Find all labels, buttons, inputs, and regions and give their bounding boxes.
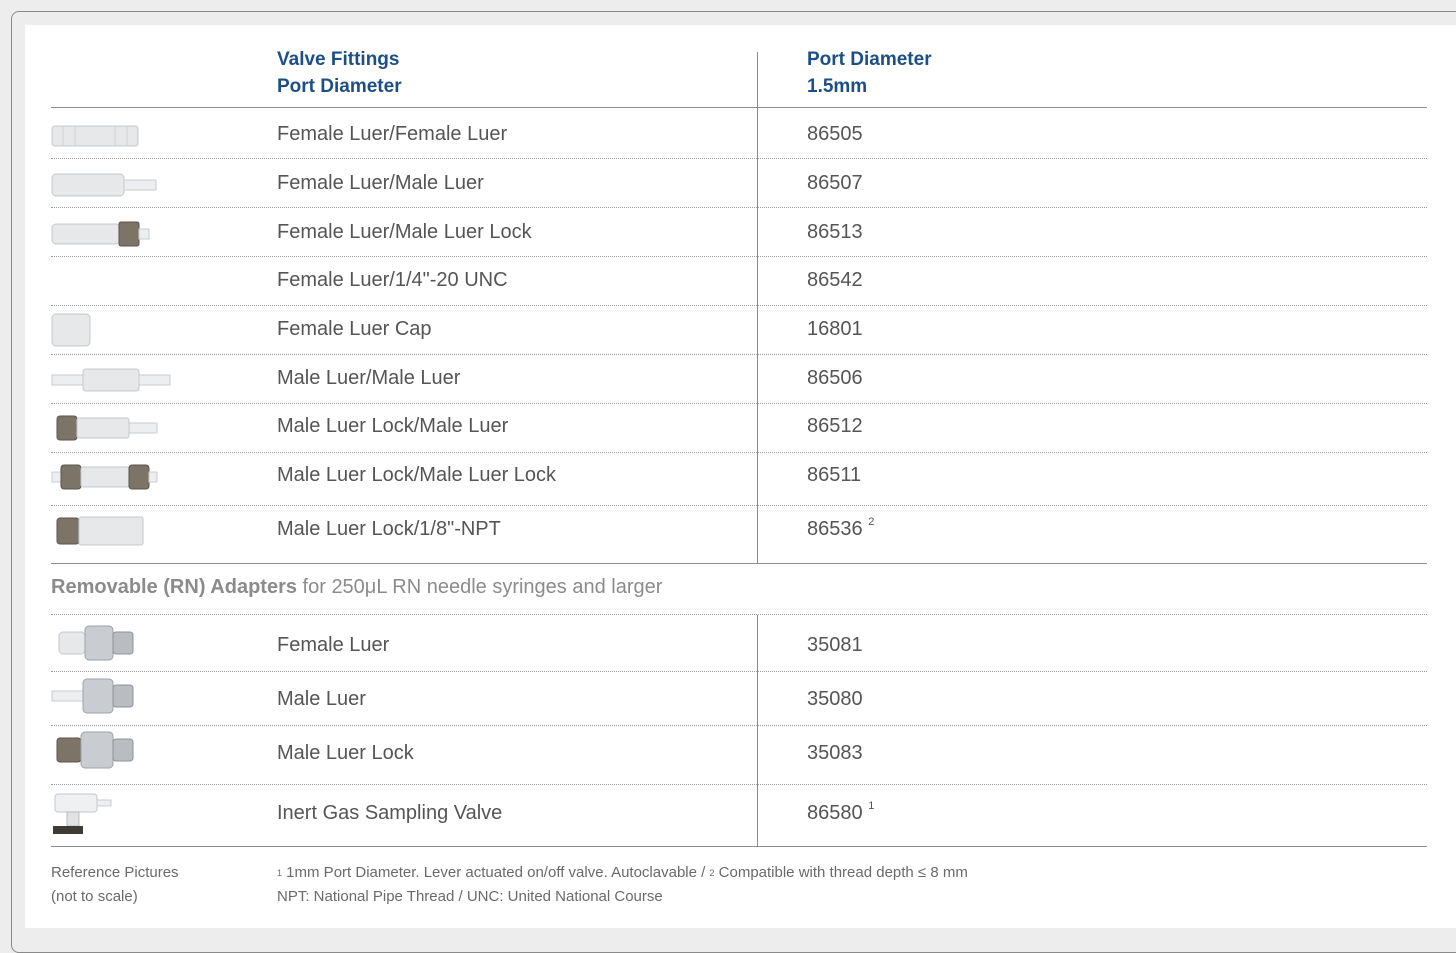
part-number: 16801 <box>807 318 863 340</box>
fitting-name: Male Luer Lock/Male Luer <box>277 415 509 437</box>
section-heading-rest: for 250μL RN needle syringes and larger <box>296 576 663 598</box>
rn-female-luer-icon <box>58 625 134 661</box>
part-number: 86506 <box>807 367 863 389</box>
section-heading-bold: Removable (RN) Adapters <box>51 576 297 598</box>
fitting-name: Male Luer/Male Luer <box>277 367 461 389</box>
part-number: 35080 <box>807 688 863 710</box>
male-lock-male-lock-icon <box>51 464 158 490</box>
reference-line1: Reference Pictures <box>51 864 179 881</box>
footnote1-mark: 1 <box>277 868 283 878</box>
footnote2-mark: 2 <box>709 868 715 878</box>
column-header-diameter: Port Diameter 1.5mm <box>807 46 932 100</box>
fitting-name: Female Luer/Female Luer <box>277 123 508 145</box>
column-header-fittings: Valve Fittings Port Diameter <box>277 46 402 100</box>
row-divider <box>51 784 1427 785</box>
row-divider <box>51 452 1427 453</box>
part-number: 35083 <box>807 742 863 764</box>
part-number: 86580 1 <box>807 800 875 825</box>
row-divider <box>51 305 1427 306</box>
part-number-value: 86536 <box>807 518 863 540</box>
part-number: 86507 <box>807 172 863 194</box>
row-divider <box>51 671 1427 672</box>
table-bottom-rule <box>51 846 1427 847</box>
fitting-name: Male Luer <box>277 688 366 710</box>
part-number: 86512 <box>807 415 863 437</box>
fitting-name: Female Luer/1/4"-20 UNC <box>277 269 508 291</box>
gas-valve-icon <box>53 793 112 834</box>
fitting-name: Male Luer Lock <box>277 742 414 764</box>
male-male-luer-icon <box>51 368 171 392</box>
rn-male-luer-lock-icon <box>56 731 134 769</box>
row-divider <box>51 403 1427 404</box>
part-number: 86542 <box>807 269 863 291</box>
panel-content <box>25 25 1456 928</box>
header-diameter-line1: Port Diameter <box>807 49 932 70</box>
row-divider <box>51 256 1427 257</box>
header-fittings-line2: Port Diameter <box>277 76 402 97</box>
column-divider-bottom <box>757 615 758 846</box>
part-number: 86505 <box>807 123 863 145</box>
reference-line2: (not to scale) <box>51 888 138 905</box>
column-divider-top <box>757 52 758 563</box>
footnote1-text: 1mm Port Diameter. Lever actuated on/off… <box>282 864 710 881</box>
footnote-line2: NPT: National Pipe Thread / UNC: United … <box>277 888 663 905</box>
part-number-value: 86580 <box>807 802 863 824</box>
row-divider <box>51 158 1427 159</box>
female-female-luer-icon <box>51 125 139 147</box>
header-rule <box>51 107 1427 108</box>
row-divider <box>51 725 1427 726</box>
part-number: 86536 2 <box>807 516 875 541</box>
footnotes: 1 1mm Port Diameter. Lever actuated on/o… <box>277 861 968 909</box>
row-divider <box>51 207 1427 208</box>
footnote-mark: 1 <box>868 800 875 812</box>
section-rule <box>51 563 1427 564</box>
header-fittings-line1: Valve Fittings <box>277 49 400 70</box>
section-heading-rn-adapters: Removable (RN) Adapters for 250μL RN nee… <box>51 576 662 599</box>
fitting-name: Male Luer Lock/Male Luer Lock <box>277 464 557 486</box>
female-luer-cap-icon <box>51 313 91 347</box>
fitting-name: Female Luer Cap <box>277 318 432 340</box>
footnote-line1: 1 1mm Port Diameter. Lever actuated on/o… <box>277 861 968 885</box>
fitting-name: Female Luer <box>277 634 390 656</box>
part-number: 86511 <box>807 464 862 486</box>
male-lock-male-luer-icon <box>56 415 158 441</box>
footnote-mark: 2 <box>868 516 875 528</box>
female-male-luer-icon <box>51 173 157 197</box>
fitting-name: Inert Gas Sampling Valve <box>277 802 503 824</box>
fitting-name: Male Luer Lock/1/8"-NPT <box>277 518 501 540</box>
row-divider <box>51 505 1427 506</box>
fitting-name: Female Luer/Male Luer <box>277 172 484 194</box>
reference-note: Reference Pictures (not to scale) <box>51 861 179 909</box>
male-lock-npt-icon <box>56 516 144 546</box>
part-number: 35081 <box>807 634 863 656</box>
row-divider <box>51 614 1427 615</box>
header-diameter-line2: 1.5mm <box>807 76 868 97</box>
fitting-name: Female Luer/Male Luer Lock <box>277 221 532 243</box>
rn-male-luer-icon <box>51 678 134 714</box>
row-divider <box>51 354 1427 355</box>
female-male-luer-lock-icon <box>51 221 150 247</box>
part-number: 86513 <box>807 221 863 243</box>
footnote2-text: Compatible with thread depth ≤ 8 mm <box>714 864 968 881</box>
